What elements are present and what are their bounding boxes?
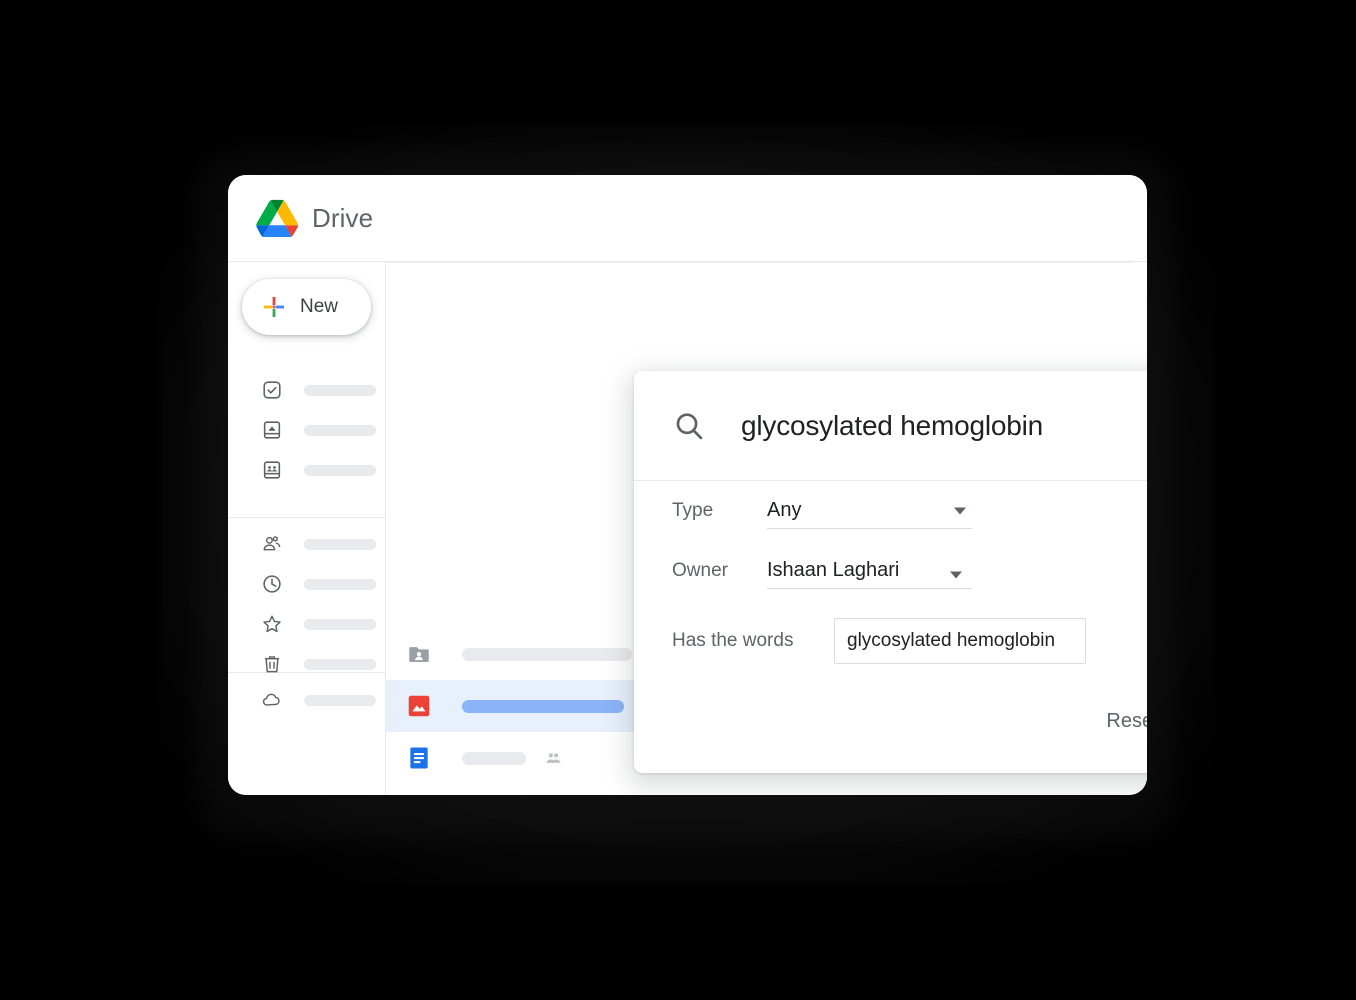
sidebar-item-label-placeholder xyxy=(304,464,376,476)
filter-has-the-words: Has the words xyxy=(672,601,1147,681)
sidebar-item-label-placeholder xyxy=(304,424,376,436)
search-bar xyxy=(634,371,1147,481)
sidebar-item-label-placeholder xyxy=(304,618,376,630)
cloud-storage-icon xyxy=(261,689,283,711)
shared-drives-icon xyxy=(261,459,283,481)
magnifier-icon xyxy=(672,409,706,443)
advanced-search-dialog: Type Any Owner Ishaan Laghari Has the wo… xyxy=(634,371,1147,773)
people-icon xyxy=(544,749,563,768)
search-input[interactable] xyxy=(741,409,1147,442)
owner-select[interactable]: Ishaan Laghari xyxy=(767,553,972,589)
priority-check-icon xyxy=(261,379,283,401)
chevron-down-icon xyxy=(950,571,962,579)
search-filters: Type Any Owner Ishaan Laghari Has the wo… xyxy=(634,481,1147,681)
sidebar-group-1 xyxy=(228,370,386,490)
brand[interactable]: Drive xyxy=(228,199,374,238)
sidebar-item-label-placeholder xyxy=(304,384,376,396)
type-selected-value: Any xyxy=(767,499,802,521)
google-docs-icon xyxy=(406,745,432,771)
sidebar-item-shared-drives[interactable] xyxy=(228,450,386,490)
sidebar-item-label-placeholder xyxy=(304,578,376,590)
new-button[interactable]: New xyxy=(242,279,371,335)
file-name-placeholder xyxy=(462,751,526,765)
has-the-words-label: Has the words xyxy=(672,630,794,651)
sidebar-item-label-placeholder xyxy=(304,694,376,706)
sidebar: New xyxy=(228,262,386,795)
sidebar-item-storage[interactable] xyxy=(228,680,386,720)
dialog-actions: Reset Search xyxy=(1094,695,1147,747)
owner-selected-value: Ishaan Laghari xyxy=(767,559,900,581)
sidebar-group-2 xyxy=(228,524,386,684)
sidebar-group-3 xyxy=(228,680,386,720)
sidebar-item-recent[interactable] xyxy=(228,564,386,604)
sidebar-item-computers[interactable] xyxy=(228,410,386,450)
owner-label: Owner xyxy=(672,560,728,581)
reset-button[interactable]: Reset xyxy=(1094,700,1147,743)
computers-drive-icon xyxy=(261,419,283,441)
type-label: Type xyxy=(672,500,714,521)
shared-folder-icon xyxy=(406,641,432,667)
plus-icon xyxy=(262,295,286,319)
drive-app-window: Drive New glycosylated hemoglobin Type A… xyxy=(228,175,1147,795)
type-select[interactable]: Any xyxy=(767,493,972,529)
has-the-words-input[interactable] xyxy=(834,618,1086,664)
clock-recent-icon xyxy=(261,573,283,595)
scene-background: Drive New glycosylated hemoglobin Type A… xyxy=(0,0,1356,1000)
content-divider xyxy=(386,262,1147,263)
star-outline-icon xyxy=(261,613,283,635)
sidebar-item-shared-with-me[interactable] xyxy=(228,524,386,564)
sidebar-item-priority[interactable] xyxy=(228,370,386,410)
file-name-placeholder xyxy=(462,699,624,713)
sidebar-divider-1 xyxy=(228,517,386,518)
sidebar-item-label-placeholder xyxy=(304,538,376,550)
filter-owner: Owner Ishaan Laghari xyxy=(672,541,1147,601)
sidebar-item-label-placeholder xyxy=(304,658,376,670)
brand-name: Drive xyxy=(312,202,374,233)
sidebar-item-trash[interactable] xyxy=(228,644,386,684)
image-file-icon xyxy=(406,693,432,719)
people-shared-icon xyxy=(261,533,283,555)
app-header: Drive xyxy=(228,175,1147,262)
file-name-placeholder xyxy=(462,647,632,661)
trash-bin-icon xyxy=(261,653,283,675)
new-button-label: New xyxy=(300,296,339,317)
google-drive-logo-icon xyxy=(256,199,299,238)
filter-type: Type Any xyxy=(672,481,1147,541)
sidebar-item-starred[interactable] xyxy=(228,604,386,644)
chevron-down-icon xyxy=(954,507,966,514)
